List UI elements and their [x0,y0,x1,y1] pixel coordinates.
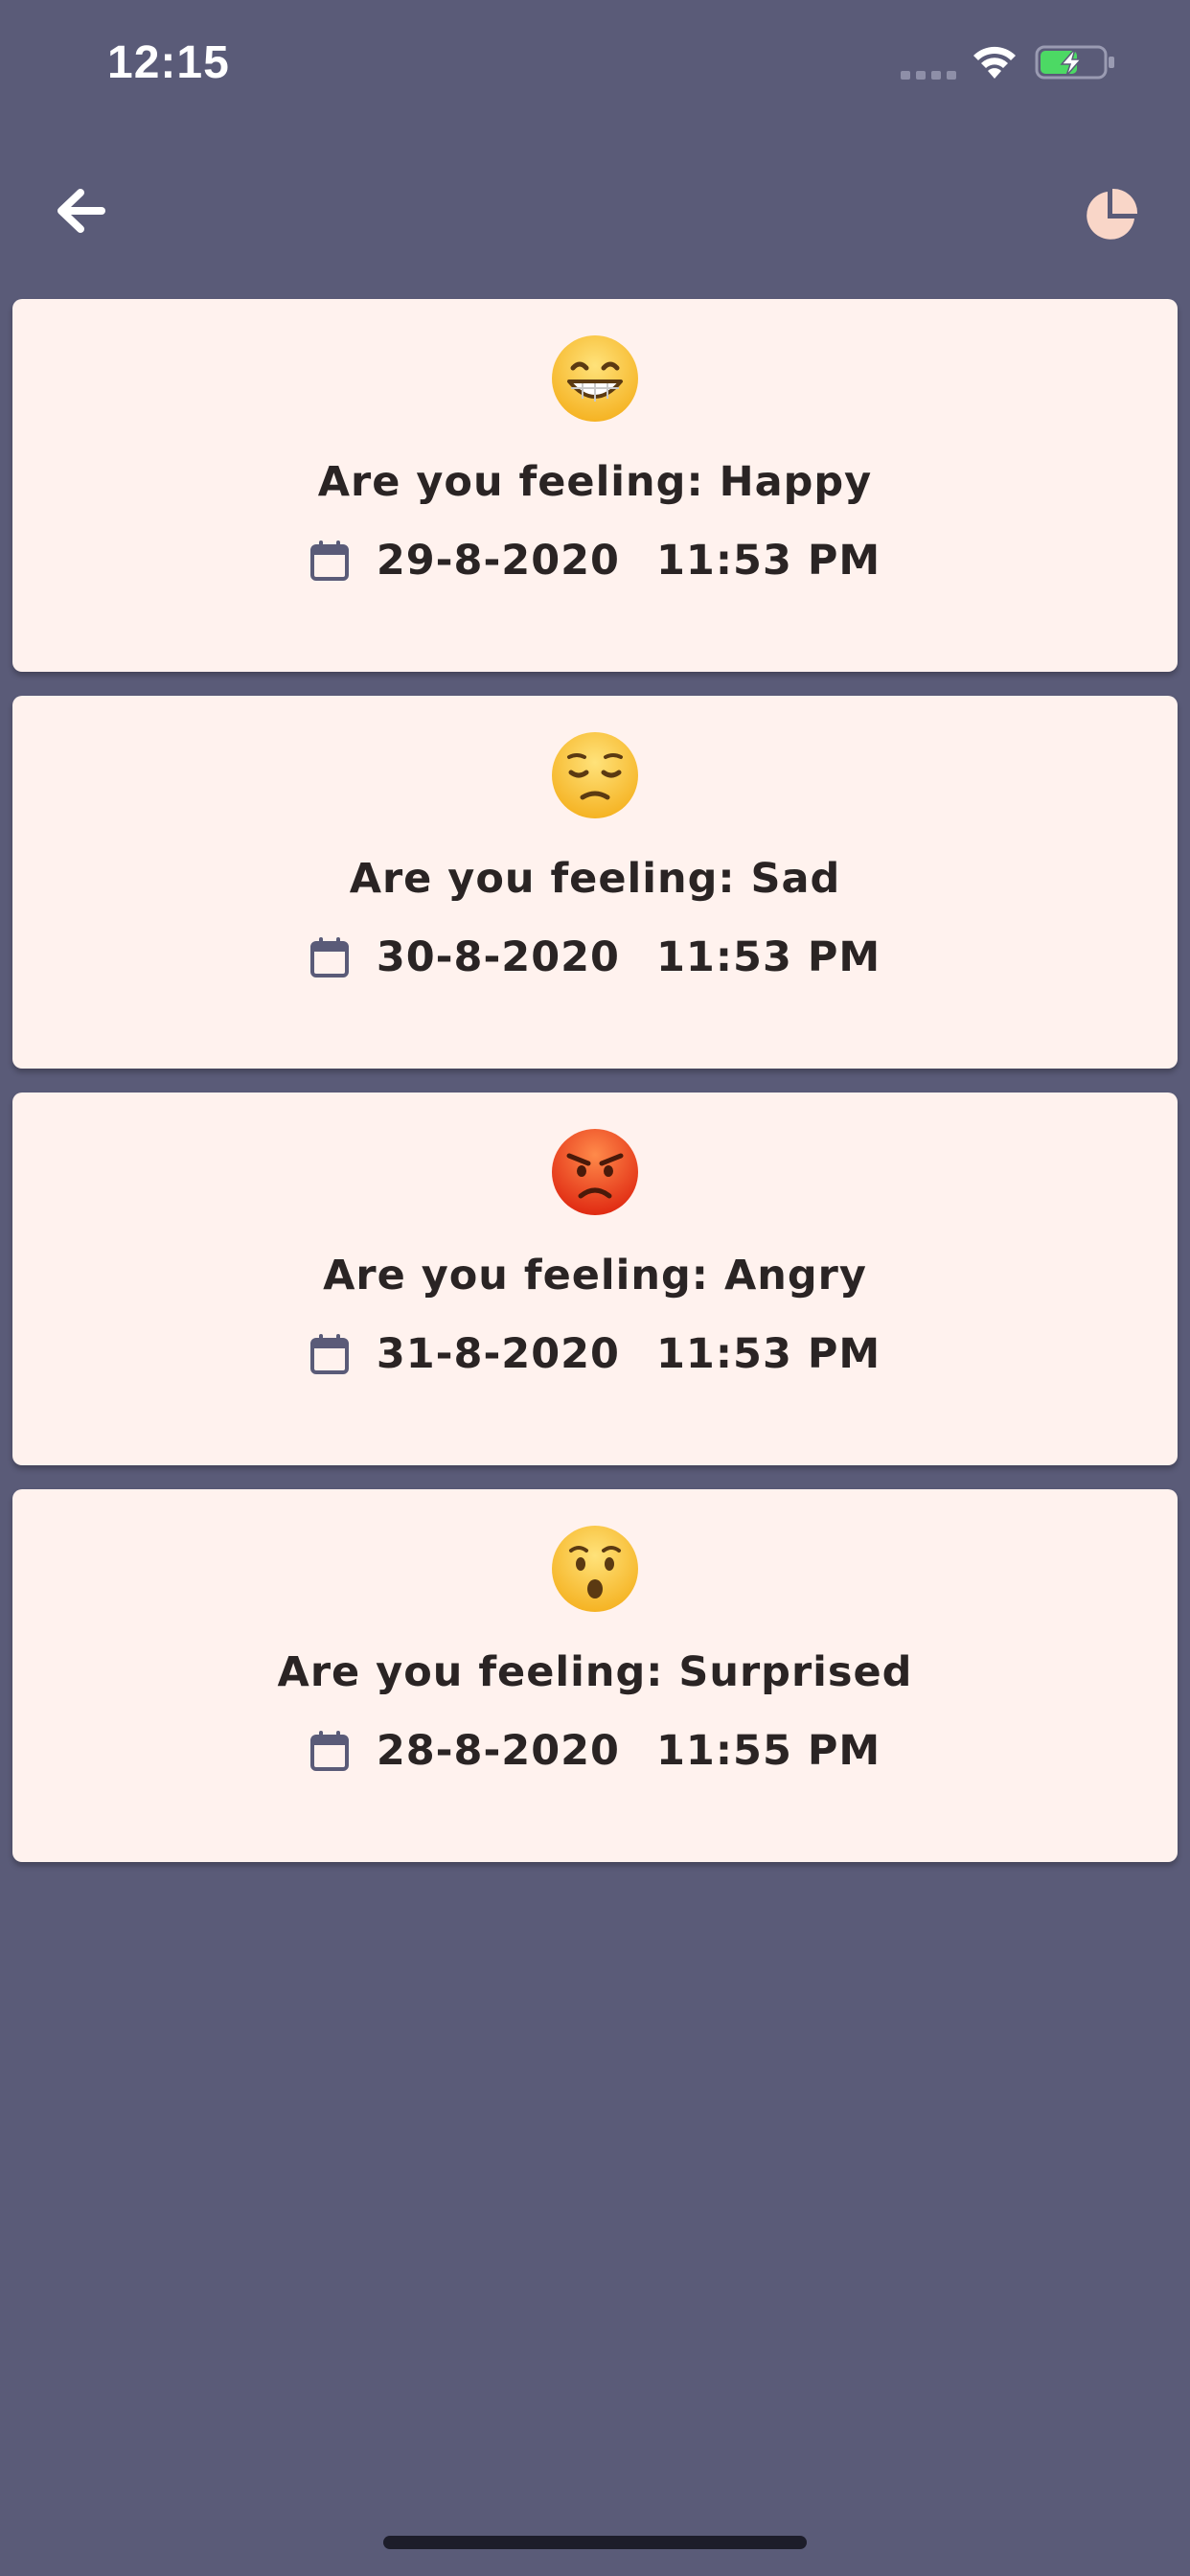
home-indicator[interactable] [383,2536,807,2549]
entry-time: 11:53 PM [655,933,881,981]
mood-entry-card[interactable]: Are you feeling: Angry 31-8-2020 11:53 P… [12,1092,1178,1465]
app-bar [0,163,1190,288]
wifi-icon [973,46,1016,79]
entry-title: Are you feeling: Angry [323,1252,867,1300]
grinning-face-icon [552,335,638,422]
entry-title: Are you feeling: Happy [317,458,873,506]
pensive-face-icon [552,732,638,818]
status-icons [901,42,1131,88]
arrow-left-icon [57,189,105,233]
calendar-icon [309,1731,349,1771]
signal-icon [901,71,956,80]
hushed-face-icon [552,1526,638,1612]
entry-date: 31-8-2020 [376,1330,620,1378]
entry-date: 30-8-2020 [376,933,620,981]
mood-entry-card[interactable]: Are you feeling: Sad 30-8-2020 11:53 PM [12,696,1178,1069]
pie-chart-icon [1087,188,1138,240]
entry-time: 11:53 PM [655,537,881,585]
calendar-icon [309,1334,349,1374]
back-button[interactable] [42,172,119,249]
calendar-icon [309,937,349,978]
mood-entry-card[interactable]: Are you feeling: Happy 29-8-2020 11:53 P… [12,299,1178,672]
entry-datetime: 31-8-2020 11:53 PM [12,1330,1178,1378]
status-bar: 12:15 [0,0,1190,134]
entry-datetime: 28-8-2020 11:55 PM [12,1727,1178,1775]
battery-charging-icon [1035,45,1114,80]
angry-face-icon [552,1129,638,1215]
entry-time: 11:55 PM [655,1727,881,1775]
entry-date: 29-8-2020 [376,537,620,585]
calendar-icon [309,540,349,581]
entry-title: Are you feeling: Surprised [277,1648,913,1696]
entry-time: 11:53 PM [655,1330,881,1378]
mood-entry-list: Are you feeling: Happy 29-8-2020 11:53 P… [12,299,1178,1886]
entry-date: 28-8-2020 [376,1727,620,1775]
status-time: 12:15 [107,37,230,88]
mood-entry-card[interactable]: Are you feeling: Surprised 28-8-2020 11:… [12,1489,1178,1862]
entry-title: Are you feeling: Sad [349,855,841,903]
entry-datetime: 29-8-2020 11:53 PM [12,537,1178,585]
entry-datetime: 30-8-2020 11:53 PM [12,933,1178,981]
statistics-button[interactable] [1067,172,1154,259]
